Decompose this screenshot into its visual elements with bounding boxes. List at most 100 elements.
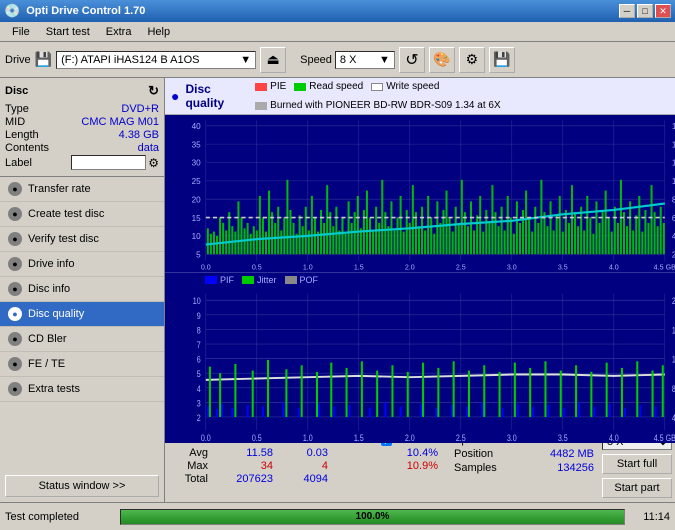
disc-refresh-icon[interactable]: ↻	[148, 83, 159, 99]
total-pie: 207623	[216, 473, 281, 485]
fe-te-icon: ●	[8, 357, 22, 371]
color-button[interactable]: 🎨	[429, 47, 455, 73]
menu-help[interactable]: Help	[139, 25, 178, 39]
speed-dropdown[interactable]: 8 X ▼	[335, 51, 395, 69]
sidebar-item-drive-info[interactable]: ● Drive info	[0, 252, 164, 277]
settings-button[interactable]: ⚙	[459, 47, 485, 73]
sidebar-item-cd-bler[interactable]: ● CD Bler	[0, 327, 164, 352]
minimize-button[interactable]: ─	[619, 4, 635, 18]
disc-quality-label: Disc quality	[28, 308, 84, 320]
svg-text:35: 35	[192, 139, 201, 149]
svg-text:3.5: 3.5	[558, 262, 568, 271]
chart-icon: ●	[171, 88, 179, 104]
jitter-color	[242, 276, 254, 284]
label-settings-icon[interactable]: ⚙	[148, 156, 159, 170]
menu-extra[interactable]: Extra	[98, 25, 140, 39]
max-pif: 4	[281, 460, 336, 472]
menu-file[interactable]: File	[4, 25, 38, 39]
legend-pif: PIF	[205, 275, 234, 285]
svg-text:2.0: 2.0	[405, 262, 415, 271]
disc-section-title: Disc	[5, 85, 28, 97]
contents-value: data	[138, 142, 159, 154]
sidebar-item-disc-info[interactable]: ● Disc info	[0, 277, 164, 302]
svg-text:2.5: 2.5	[456, 262, 466, 271]
sidebar-item-transfer-rate[interactable]: ● Transfer rate	[0, 177, 164, 202]
drive-dropdown[interactable]: (F:) ATAPI iHAS124 B A1OS ▼	[56, 51, 256, 69]
chart-area: ● Disc quality PIE Read speed Write spee…	[165, 78, 675, 502]
max-pof	[336, 460, 381, 472]
sidebar-item-extra-tests[interactable]: ● Extra tests	[0, 377, 164, 402]
svg-text:4: 4	[197, 383, 201, 393]
save-button[interactable]: 💾	[489, 47, 515, 73]
disc-info-panel: Disc ↻ Type DVD+R MID CMC MAG M01 Length…	[0, 78, 164, 177]
mid-value: CMC MAG M01	[81, 116, 159, 128]
lower-legend: PIF Jitter POF	[165, 273, 675, 287]
extra-tests-label: Extra tests	[28, 383, 80, 395]
legend-pif-label: PIF	[220, 275, 234, 285]
svg-text:1.0: 1.0	[303, 262, 313, 271]
main-content: Disc ↻ Type DVD+R MID CMC MAG M01 Length…	[0, 78, 675, 502]
samples-row: Samples 134256	[454, 462, 594, 474]
svg-text:4.0: 4.0	[609, 262, 619, 271]
stats-avg-row: Avg 11.58 0.03 10.4%	[171, 447, 446, 459]
menu-start-test[interactable]: Start test	[38, 25, 98, 39]
avg-jitter: 10.4%	[381, 447, 446, 459]
drive-label: Drive	[5, 54, 31, 66]
svg-text:0.5: 0.5	[252, 433, 262, 443]
close-button[interactable]: ✕	[655, 4, 671, 18]
drive-info-icon: ●	[8, 257, 22, 271]
right-controls: 8 X 4 X 6 X 12 X 16 X Start full Start p…	[602, 434, 672, 498]
position-value: 4482 MB	[550, 448, 594, 460]
position-label: Position	[454, 448, 493, 460]
sidebar-item-disc-quality[interactable]: ● Disc quality	[0, 302, 164, 327]
status-window-button[interactable]: Status window >>	[5, 475, 159, 497]
svg-text:5: 5	[197, 369, 201, 379]
speed-label: Speed	[300, 54, 332, 66]
write-speed-color	[371, 83, 383, 91]
avg-pof	[336, 447, 381, 459]
start-part-button[interactable]: Start part	[602, 478, 672, 498]
maximize-button[interactable]: □	[637, 4, 653, 18]
disc-info-icon: ●	[8, 282, 22, 296]
sidebar-item-fe-te[interactable]: ● FE / TE	[0, 352, 164, 377]
label-input[interactable]: ODC_DVD	[71, 155, 146, 170]
svg-text:8: 8	[197, 325, 201, 335]
type-label: Type	[5, 103, 29, 115]
legend-pie-label: PIE	[270, 81, 286, 92]
svg-text:1.5: 1.5	[354, 433, 364, 443]
avg-pif: 0.03	[281, 447, 336, 459]
create-test-disc-icon: ●	[8, 207, 22, 221]
eject-button[interactable]: ⏏	[260, 47, 286, 73]
max-label: Max	[171, 460, 216, 472]
pof-color	[285, 276, 297, 284]
legend-jitter: Jitter	[242, 275, 277, 285]
svg-text:25: 25	[192, 176, 201, 186]
cd-bler-icon: ●	[8, 332, 22, 346]
read-speed-color	[294, 83, 306, 91]
cd-bler-label: CD Bler	[28, 333, 67, 345]
title-bar: 💿 Opti Drive Control 1.70 ─ □ ✕	[0, 0, 675, 22]
contents-label: Contents	[5, 142, 49, 154]
svg-text:0.0: 0.0	[201, 433, 211, 443]
window-frame: 💿 Opti Drive Control 1.70 ─ □ ✕ File Sta…	[0, 0, 675, 530]
start-full-button[interactable]: Start full	[602, 454, 672, 474]
sidebar-item-create-test-disc[interactable]: ● Create test disc	[0, 202, 164, 227]
svg-text:1.0: 1.0	[303, 433, 313, 443]
progress-bar: 100.0%	[120, 509, 625, 525]
window-controls: ─ □ ✕	[619, 4, 671, 18]
disc-quality-icon: ●	[8, 307, 22, 321]
chart-legend: PIE Read speed Write speed Burned with P…	[255, 81, 669, 111]
label-field-label: Label	[5, 157, 32, 169]
svg-text:6: 6	[197, 354, 201, 364]
samples-value: 134256	[557, 462, 594, 474]
total-jitter	[381, 473, 446, 485]
refresh-button[interactable]: ↺	[399, 47, 425, 73]
svg-text:1.5: 1.5	[354, 262, 364, 271]
sidebar-item-verify-test-disc[interactable]: ● Verify test disc	[0, 227, 164, 252]
drive-info-label: Drive info	[28, 258, 74, 270]
verify-test-disc-label: Verify test disc	[28, 233, 99, 245]
app-icon: 💿	[4, 3, 20, 19]
legend-jitter-label: Jitter	[257, 275, 277, 285]
chart-header: ● Disc quality PIE Read speed Write spee…	[165, 78, 675, 115]
svg-text:20: 20	[192, 194, 201, 204]
